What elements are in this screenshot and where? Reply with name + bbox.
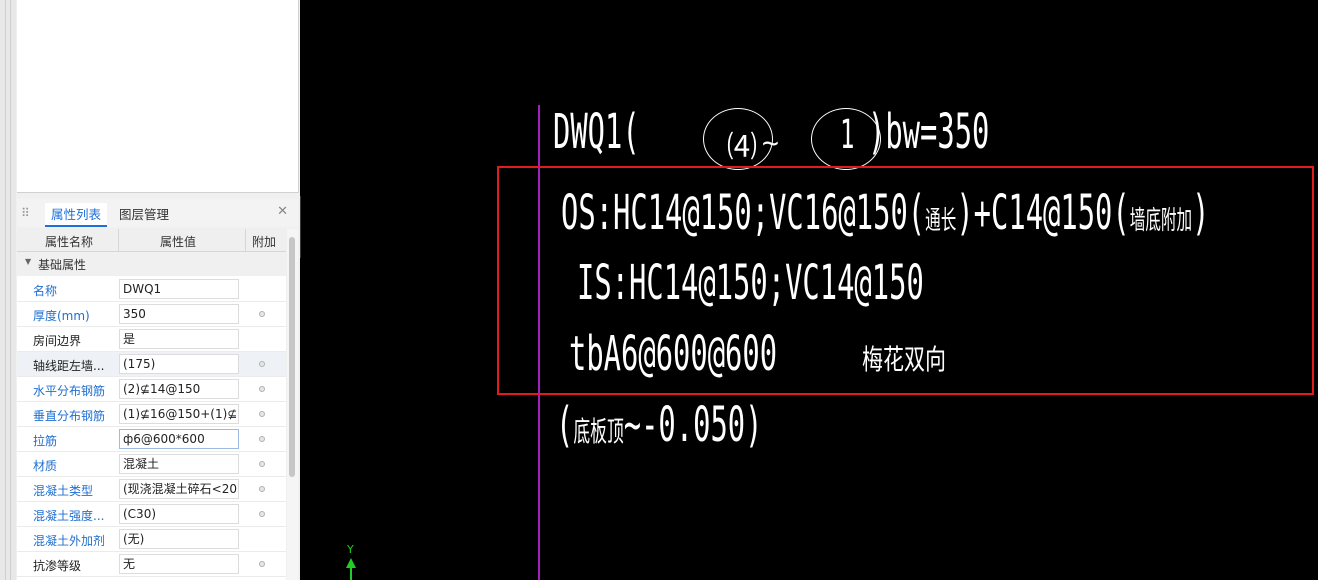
append-option-icon[interactable] [259, 486, 265, 492]
property-row[interactable]: 房间边界 是 [17, 327, 286, 352]
property-value-input[interactable]: 无 [119, 554, 239, 574]
property-value-input[interactable]: ф6@600*600 [119, 429, 239, 449]
property-value-input[interactable]: (2)⊈14@150 [119, 379, 239, 399]
property-row[interactable]: 水平分布钢筋 (2)⊈14@150 [17, 377, 286, 402]
property-value-input[interactable]: (175) [119, 354, 239, 374]
property-row[interactable]: 材质 混凝土 [17, 452, 286, 477]
header-divider[interactable] [118, 229, 119, 251]
vertical-scrollbar[interactable] [287, 229, 298, 580]
elevation-line[interactable]: (底板顶~-0.050) [556, 397, 762, 453]
property-row[interactable]: 混凝土外加剂 (无) [17, 527, 286, 552]
property-name: 混凝土类型 [33, 484, 94, 498]
range-tilde: ~ [762, 126, 779, 159]
property-name: 房间边界 [33, 334, 82, 348]
dock-divider [10, 0, 11, 580]
append-option-icon[interactable] [259, 561, 265, 567]
property-name: 拉筋 [33, 434, 58, 448]
wall-thickness: )bw=350 [868, 104, 990, 160]
property-value-input[interactable]: 混凝土 [119, 454, 239, 474]
circle-label: 1 [840, 112, 855, 158]
property-row[interactable]: 垂直分布钢筋 (1)⊈16@150+(1)⊈14 [17, 402, 286, 427]
axis-y-label: Y [346, 543, 354, 556]
note-slab-top: 底板顶 [573, 415, 624, 448]
group-label: 基础属性 [38, 258, 87, 272]
property-row[interactable]: 拉筋 ф6@600*600 [17, 427, 286, 452]
property-value-input[interactable]: (1)⊈16@150+(1)⊈14 [119, 404, 239, 424]
ucs-y-axis-icon: Y [346, 543, 356, 580]
property-name: 混凝土强度... [33, 509, 105, 523]
property-row[interactable]: 抗渗等级 无 [17, 552, 286, 577]
property-value-input[interactable]: (C30) [119, 504, 239, 524]
wall-name: DWQ1( [553, 104, 640, 160]
property-value-input[interactable]: (无) [119, 529, 239, 549]
property-grid: 属性名称 属性值 附加 ▼ 基础属性 名称 DWQ1 厚度(mm) 350 房间边界 是轴… [17, 229, 286, 580]
property-name: 厚度(mm) [33, 309, 90, 323]
append-option-icon[interactable] [259, 436, 265, 442]
append-option-icon[interactable] [259, 411, 265, 417]
property-value-input[interactable]: (现浇混凝土碎石<20) [119, 479, 239, 499]
property-name: 混凝土外加剂 [33, 534, 106, 548]
side-dock-strip [0, 0, 16, 580]
scrollbar-thumb[interactable] [289, 237, 295, 477]
caret-down-icon[interactable]: ▼ [25, 257, 31, 266]
property-name: 垂直分布钢筋 [33, 409, 106, 423]
property-row[interactable]: 轴线距左墙... (175) [17, 352, 286, 377]
property-name: 水平分布钢筋 [33, 384, 106, 398]
property-row[interactable]: 混凝土类型 (现浇混凝土碎石<20) [17, 477, 286, 502]
elevation-open: ( [556, 397, 574, 453]
append-option-icon[interactable] [259, 361, 265, 367]
header-divider[interactable] [245, 229, 246, 251]
drag-grip-icon[interactable]: ⠿ [21, 207, 30, 219]
property-value-input[interactable]: 350 [119, 304, 239, 324]
wall-label-line[interactable]: DWQ1( [553, 104, 640, 160]
dock-divider [5, 0, 6, 580]
header-name: 属性名称 [45, 235, 94, 249]
header-extra: 附加 [252, 235, 277, 249]
close-icon[interactable]: ✕ [277, 204, 288, 219]
property-row[interactable]: 名称 DWQ1 [17, 277, 286, 302]
left-panel: ⠿ 属性列表 图层管理 ✕ 属性名称 属性值 附加 ▼ 基础属性 名称 DWQ1 厚… [0, 0, 300, 580]
property-row[interactable]: 厚度(mm) 350 [17, 302, 286, 327]
circle-label: ⑷ [727, 130, 757, 165]
property-value-input[interactable]: 是 [119, 329, 239, 349]
panel-tabs: ⠿ 属性列表 图层管理 ✕ [17, 199, 298, 227]
group-basic-properties[interactable]: ▼ 基础属性 [17, 252, 286, 276]
property-row[interactable]: 混凝土强度... (C30) [17, 502, 286, 527]
elevation-value: ~-0.050) [623, 397, 763, 453]
preview-area [17, 0, 299, 193]
property-name: 抗渗等级 [33, 559, 82, 573]
property-name: 材质 [33, 459, 58, 473]
append-option-icon[interactable] [259, 461, 265, 467]
property-value-input[interactable]: DWQ1 [119, 279, 239, 299]
highlight-box [497, 166, 1314, 395]
property-name: 名称 [33, 284, 58, 298]
grid-header: 属性名称 属性值 附加 [17, 229, 286, 252]
append-option-icon[interactable] [259, 311, 265, 317]
property-name: 轴线距左墙... [33, 359, 105, 373]
header-value: 属性值 [160, 235, 197, 249]
append-option-icon[interactable] [259, 386, 265, 392]
tab-layer-manager[interactable]: 图层管理 [119, 203, 169, 227]
tab-property-list[interactable]: 属性列表 [45, 203, 108, 227]
append-option-icon[interactable] [259, 511, 265, 517]
